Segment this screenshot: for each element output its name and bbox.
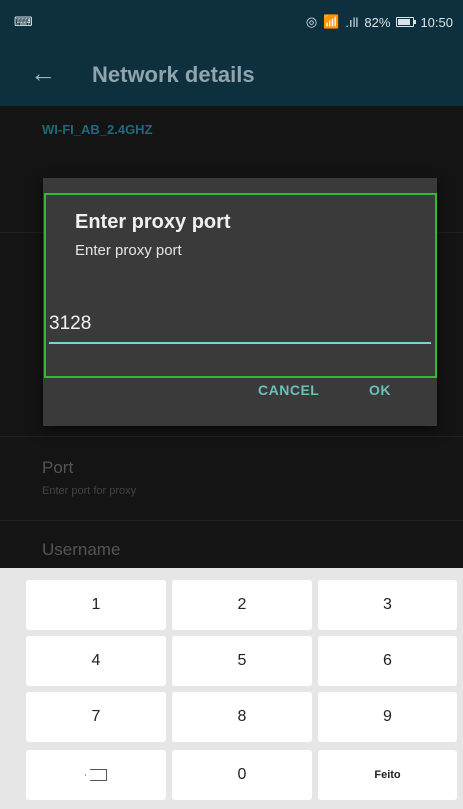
backspace-key[interactable] [26, 750, 166, 800]
divider [0, 520, 463, 521]
back-arrow-icon[interactable]: ← [30, 58, 56, 89]
key-3[interactable]: 3 [318, 580, 457, 630]
page-title: Network details [92, 62, 255, 87]
key-8[interactable]: 8 [172, 692, 312, 742]
sync-icon: ◎ [305, 14, 318, 29]
numeric-keypad: 1 2 3 4 5 6 7 8 9 0 Feito [0, 568, 463, 809]
wifi-icon: 📶 [323, 14, 340, 29]
network-ssid: WI-FI_AB_2.4GHZ [42, 122, 153, 137]
divider [0, 436, 463, 437]
battery-icon [396, 17, 417, 27]
status-bar: ⌨ ◎ 📶 .ıll 82% 10:50 [0, 0, 463, 46]
keyboard-icon: ⌨ [14, 14, 33, 29]
app-bar: ← Network details [0, 46, 463, 106]
key-9[interactable]: 9 [318, 692, 457, 742]
port-sublabel: Enter port for proxy [42, 485, 137, 497]
key-2[interactable]: 2 [172, 580, 312, 630]
username-label[interactable]: Username [42, 540, 120, 560]
key-0[interactable]: 0 [172, 750, 312, 800]
dialog-title: Enter proxy port [75, 211, 231, 233]
clock: 10:50 [420, 14, 453, 30]
done-key[interactable]: Feito [318, 750, 457, 800]
port-label[interactable]: Port [42, 458, 73, 478]
key-7[interactable]: 7 [26, 692, 166, 742]
key-5[interactable]: 5 [172, 636, 312, 686]
key-6[interactable]: 6 [318, 636, 457, 686]
cancel-button[interactable]: CANCEL [258, 382, 319, 398]
dialog-message: Enter proxy port [75, 242, 182, 259]
ok-button[interactable]: OK [369, 382, 391, 398]
backspace-icon [85, 769, 107, 781]
battery-percent: 82% [364, 14, 391, 30]
screen: ⌨ ◎ 📶 .ıll 82% 10:50 ← Network details W… [0, 0, 463, 809]
key-1[interactable]: 1 [26, 580, 166, 630]
status-icons: ◎ 📶 .ıll 82% 10:50 [306, 14, 453, 30]
signal-icon: .ıll [345, 14, 359, 30]
proxy-port-input[interactable] [49, 310, 431, 344]
key-4[interactable]: 4 [26, 636, 166, 686]
